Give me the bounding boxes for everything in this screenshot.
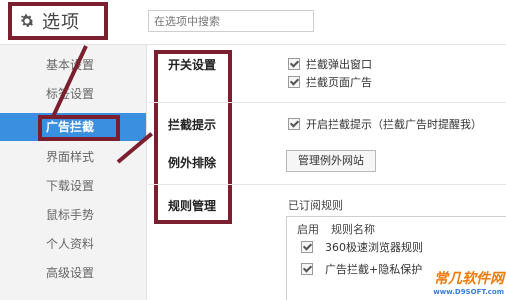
sidebar-item-profile[interactable]: 个人资料	[0, 230, 146, 258]
table-row[interactable]: 广告拦截+隐私保护	[301, 261, 422, 277]
watermark-logo: 常几软件网 www.D9SOFT.com	[420, 268, 504, 296]
header-bar: 选项	[0, 0, 506, 45]
checkbox-label: 开启拦截提示（拦截广告时提醒我）	[306, 118, 482, 131]
rule-name: 广告拦截+隐私保护	[325, 263, 423, 276]
sidebar: 基本设置 标签设置 广告拦截 界面样式 下载设置 鼠标手势 个人资料 高级设置	[0, 45, 147, 300]
divider	[148, 184, 506, 185]
sidebar-item-advanced[interactable]: 高级设置	[0, 259, 146, 287]
checkbox-label: 拦截页面广告	[306, 76, 372, 89]
column-header-enable: 启用	[297, 223, 319, 236]
checkbox-checked[interactable]	[288, 58, 300, 70]
column-header-name: 规则名称	[331, 223, 375, 236]
manage-exceptions-button[interactable]: 管理例外网站	[286, 150, 376, 172]
checkbox-block-page-ads[interactable]: 拦截页面广告	[288, 74, 372, 90]
section-rules-label: 规则管理	[168, 199, 217, 213]
sidebar-item-gestures[interactable]: 鼠标手势	[0, 201, 146, 229]
subscribed-rules-title: 已订阅规则	[288, 199, 343, 212]
section-exceptions-label: 例外排除	[168, 156, 217, 170]
section-prompt-label: 拦截提示	[168, 118, 217, 132]
page-title: 选项	[42, 12, 80, 33]
search-input[interactable]	[148, 10, 314, 32]
rule-name: 360极速浏览器规则	[325, 241, 423, 254]
gear-icon	[20, 14, 35, 27]
sidebar-item-download[interactable]: 下载设置	[0, 172, 146, 200]
watermark-url: www.D9SOFT.com	[433, 288, 504, 296]
section-switch-label: 开关设置	[168, 58, 217, 72]
checkbox-block-prompt[interactable]: 开启拦截提示（拦截广告时提醒我）	[288, 116, 482, 132]
watermark-text: 常几软件网	[434, 271, 504, 287]
divider	[148, 102, 506, 103]
checkbox-checked[interactable]	[288, 76, 300, 88]
checkbox-label: 拦截弹出窗口	[306, 58, 372, 71]
sidebar-item-tabs[interactable]: 标签设置	[0, 80, 146, 108]
checkbox-block-popups[interactable]: 拦截弹出窗口	[288, 56, 372, 72]
table-row[interactable]: 360极速浏览器规则	[301, 239, 423, 255]
annotation-box-active-item	[38, 115, 120, 141]
options-title: 选项	[8, 2, 108, 40]
checkbox-checked[interactable]	[301, 263, 313, 275]
checkbox-checked[interactable]	[301, 241, 313, 253]
checkbox-checked[interactable]	[288, 118, 300, 130]
